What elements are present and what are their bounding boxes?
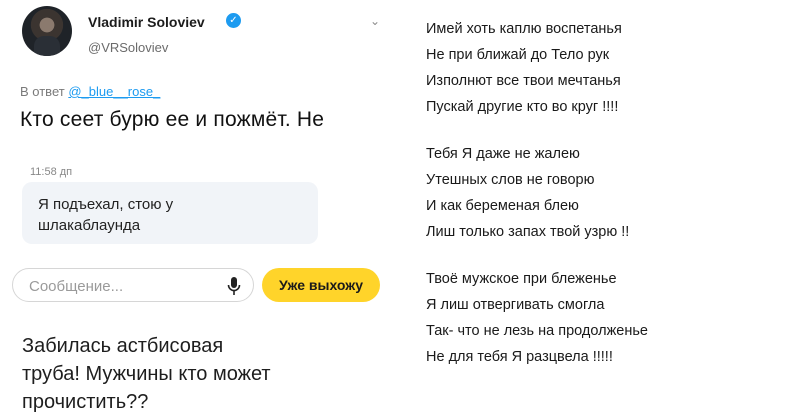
message-line: шлакаблаунда	[38, 217, 141, 234]
poem-stanza: Имей хоть каплю воспетанья Не при ближай…	[426, 16, 786, 120]
poem-line: Я лиш отвергивать смогла	[426, 297, 605, 313]
chevron-down-icon[interactable]: ⌄	[368, 14, 382, 28]
reply-to-line: В ответ @_blue__rose_	[20, 84, 160, 99]
poem-line: Утешных слов не говорю	[426, 172, 595, 188]
message-timestamp: 11:58 дп	[30, 166, 73, 178]
tweet-card: Vladimir Soloviev ✓ @VRSoloviev ⌄ В отве…	[0, 0, 400, 150]
caption-line: труба! Мужчины кто может	[22, 363, 271, 385]
poem-line: И как беременая блею	[426, 198, 579, 214]
poem-line: Твоё мужское при блеженье	[426, 271, 617, 287]
poem-line: Изполнют все твои мечтанья	[426, 73, 621, 89]
author-handle[interactable]: @VRSoloviev	[88, 40, 168, 55]
poem-line: Так- что не лезь на продолженье	[426, 323, 648, 339]
chat-panel: 11:58 дп Я подъехал, стою у шлакаблаунда…	[0, 150, 400, 310]
poem-stanza: Твоё мужское при блеженье Я лиш отвергив…	[426, 266, 786, 370]
message-bubble: Я подъехал, стою у шлакаблаунда	[22, 182, 318, 244]
message-input-box[interactable]	[12, 268, 254, 302]
quick-reply-button[interactable]: Уже выхожу	[262, 268, 380, 302]
caption-text: Забилась астбисовая труба! Мужчины кто м…	[22, 332, 392, 416]
avatar[interactable]	[22, 6, 72, 56]
poem-line: Лиш только запах твой узрю !!	[426, 224, 630, 240]
caption-line: Забилась астбисовая	[22, 335, 224, 357]
microphone-icon[interactable]	[227, 276, 241, 296]
poem-line: Не для тебя Я разцвела !!!!!	[426, 349, 613, 365]
message-input[interactable]	[29, 276, 209, 296]
reply-mention-link[interactable]: @_blue__rose_	[68, 84, 160, 99]
tweet-text: Кто сеет бурю ее и пожмёт. Не	[20, 108, 325, 131]
author-name[interactable]: Vladimir Soloviev	[88, 14, 205, 30]
poem-line: Не при ближай до Тело рук	[426, 47, 610, 63]
poem-line: Имей хоть каплю воспетанья	[426, 21, 622, 37]
poem: Имей хоть каплю воспетанья Не при ближай…	[426, 16, 786, 391]
poem-stanza: Тебя Я даже не жалею Утешных слов не гов…	[426, 141, 786, 245]
message-line: Я подъехал, стою у	[38, 196, 174, 213]
poem-line: Пускай другие кто во круг !!!!	[426, 99, 619, 115]
reply-prefix: В ответ	[20, 84, 65, 99]
verified-badge-icon: ✓	[226, 13, 241, 28]
caption-line: прочистить??	[22, 391, 149, 413]
poem-line: Тебя Я даже не жалею	[426, 146, 580, 162]
